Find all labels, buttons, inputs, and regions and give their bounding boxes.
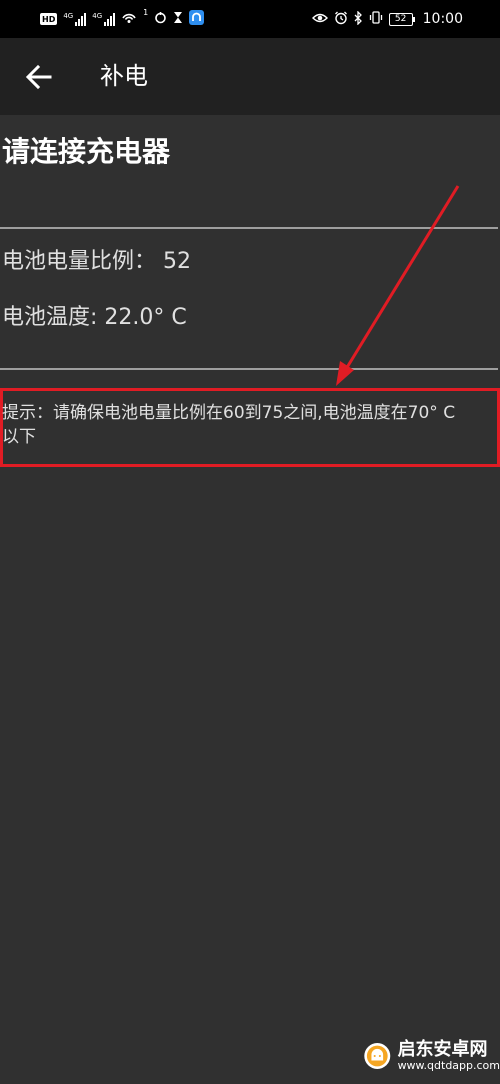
status-time: 10:00	[422, 11, 463, 27]
vibrate-icon	[369, 11, 383, 27]
page-title: 补电	[100, 62, 148, 90]
watermark-url: www.qdtdapp.com	[397, 1058, 500, 1072]
watermark-name: 启东安卓网	[397, 1039, 488, 1061]
cell-signal-2-icon: 4G	[92, 12, 116, 26]
hd-icon: HD	[40, 13, 58, 25]
watermark-logo-icon	[364, 1043, 391, 1069]
status-right-icons: 52 10:00	[311, 0, 463, 38]
alarm-icon	[334, 11, 348, 28]
connect-charger-heading: 请连接充电器	[2, 135, 171, 168]
battery-temperature-text: 电池温度: 22.0° C	[2, 305, 187, 330]
divider-bottom	[0, 368, 498, 370]
wifi-sup-label: 1	[143, 8, 149, 17]
hourglass-icon	[173, 11, 183, 27]
status-left-icons: HD 4G 4G 1	[40, 0, 205, 38]
eye-comfort-icon	[311, 12, 328, 27]
status-bar: HD 4G 4G 1 52 10:00	[0, 0, 500, 38]
app-bar: 补电	[0, 38, 500, 115]
battery-icon: 52	[388, 12, 415, 26]
cell-signal-label: 4G	[63, 12, 74, 20]
battery-level-text: 电池电量比例： 52	[2, 249, 191, 274]
back-button[interactable]	[22, 60, 56, 94]
wifi-hotspot-icon	[121, 11, 137, 27]
watermark: 启东安卓网 www.qdtdapp.com	[363, 1028, 500, 1084]
sync-icon	[154, 11, 167, 27]
arrow-left-icon	[25, 64, 52, 90]
cell-signal-2-label: 4G	[92, 12, 103, 20]
hint-text: 提示：请确保电池电量比例在60到75之间,电池温度在70° C以下	[2, 403, 456, 447]
divider-top	[0, 227, 498, 229]
cell-signal-icon: 4G	[63, 12, 87, 26]
app-notification-icon	[189, 10, 205, 28]
bluetooth-icon	[354, 9, 363, 28]
